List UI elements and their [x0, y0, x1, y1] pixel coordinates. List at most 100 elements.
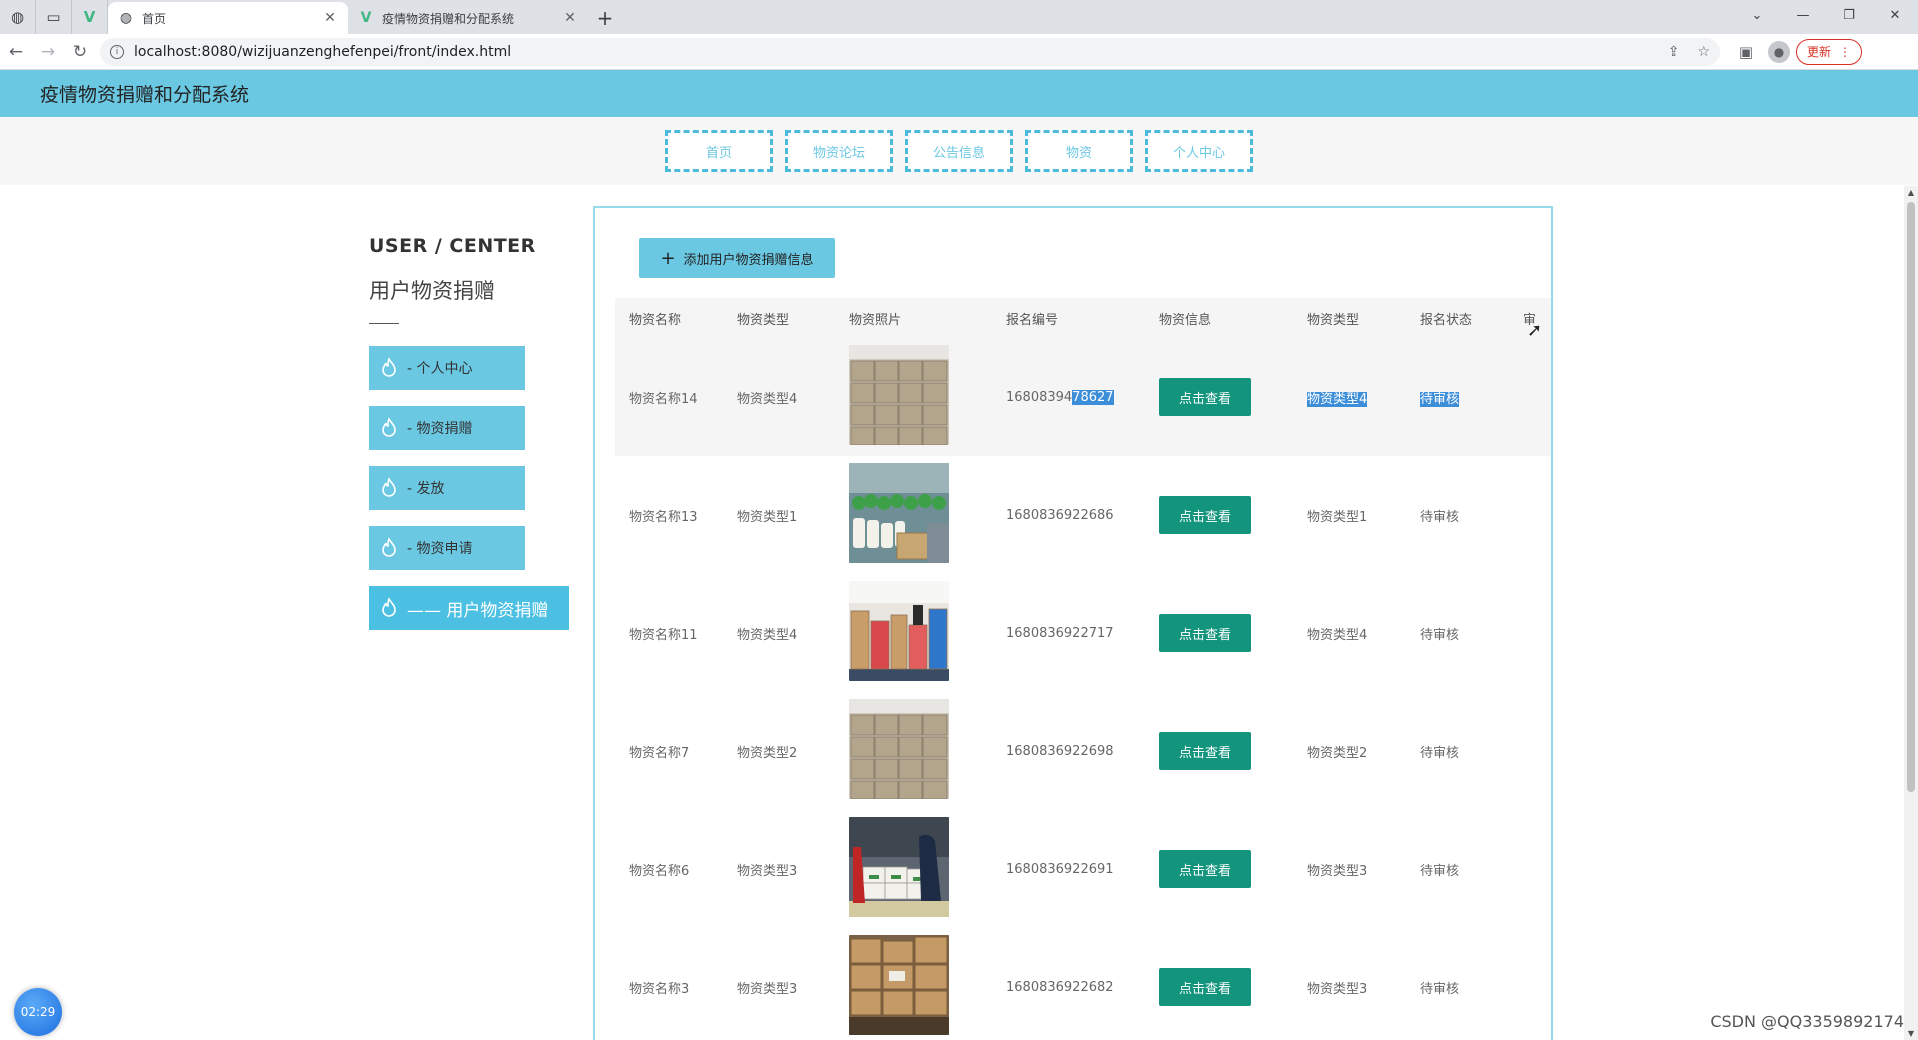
- supply-photo: [849, 463, 949, 563]
- cell-status: 待审核: [1420, 863, 1460, 879]
- nav-forum[interactable]: 物资论坛: [785, 130, 893, 172]
- update-button[interactable]: 更新 ⋮: [1796, 38, 1863, 65]
- pinned-tab-globe-icon[interactable]: ◍: [0, 0, 36, 34]
- divider: [369, 323, 399, 324]
- cell-type2: 物资类型4: [1307, 627, 1368, 643]
- cell-type: 物资类型1: [737, 509, 798, 525]
- supply-photo: [849, 581, 949, 681]
- code-part-selected: 78627: [1072, 389, 1114, 405]
- cell-status: 待审核: [1420, 627, 1460, 643]
- close-tab-icon[interactable]: ✕: [562, 10, 578, 26]
- cell-type2: 物资类型3: [1307, 981, 1368, 997]
- profile-avatar-icon[interactable]: ●: [1768, 40, 1790, 63]
- url-field[interactable]: i localhost:8080/wizijuanzenghefenpei/fr…: [100, 37, 1720, 66]
- sidebar-item-label: —— 用户物资捐赠: [407, 600, 549, 621]
- cell-code: 1680836922691: [1006, 861, 1114, 877]
- flame-icon: [382, 537, 396, 557]
- sidebar-item-user-donations[interactable]: —— 用户物资捐赠: [369, 586, 569, 630]
- sidebar-item-distribution[interactable]: - 发放: [369, 466, 525, 510]
- nav-home[interactable]: 首页: [665, 130, 773, 172]
- site-header: 疫情物资捐赠和分配系统: [0, 70, 1918, 117]
- tab-title: 疫情物资捐赠和分配系统: [382, 11, 515, 26]
- nav-user-center[interactable]: 个人中心: [1145, 130, 1253, 172]
- close-tab-icon[interactable]: ✕: [322, 10, 338, 26]
- sidebar-item-supply-request[interactable]: - 物资申请: [369, 526, 525, 570]
- view-details-button[interactable]: 点击查看: [1159, 378, 1251, 416]
- cell-name: 物资名称14: [629, 391, 698, 407]
- col-header: 物资信息: [1159, 312, 1212, 328]
- cell-type: 物资类型4: [737, 391, 798, 407]
- table-header: 物资名称 物资类型 物资照片 报名编号 物资信息 物资类型 报名状态 审: [615, 298, 1551, 338]
- sidebar-item-donations[interactable]: - 物资捐赠: [369, 406, 525, 450]
- cell-type2: 物资类型2: [1307, 745, 1368, 761]
- nav-notices[interactable]: 公告信息: [905, 130, 1013, 172]
- cell-name: 物资名称13: [629, 509, 698, 525]
- browser-tab-system[interactable]: V 疫情物资捐赠和分配系统 ✕: [348, 2, 588, 34]
- view-details-button[interactable]: 点击查看: [1159, 614, 1251, 652]
- sidebar-item-personal-center[interactable]: - 个人中心: [369, 346, 525, 390]
- mouse-cursor-icon: ➚: [1527, 320, 1543, 341]
- side-panel-icon[interactable]: ▣: [1730, 43, 1762, 61]
- share-icon[interactable]: ⇪: [1668, 44, 1680, 60]
- globe-icon: ◍: [119, 10, 133, 26]
- flame-icon: [382, 417, 396, 437]
- pinned-tab-vue-icon[interactable]: V: [72, 0, 108, 34]
- table-row[interactable]: 物资名称14 物资类型4 1680839478627 点击查看 物资类型4 待审…: [615, 338, 1551, 456]
- minimize-icon[interactable]: —: [1780, 0, 1826, 30]
- cell-name: 物资名称7: [629, 745, 690, 761]
- cell-name: 物资名称6: [629, 863, 690, 879]
- browser-tab-home[interactable]: ◍ 首页 ✕: [108, 2, 348, 34]
- col-header: 报名状态: [1420, 312, 1473, 328]
- pinned-tab-blank-icon[interactable]: ▭: [36, 0, 72, 34]
- tab-search-icon[interactable]: ⌄: [1734, 0, 1780, 30]
- table-row[interactable]: 物资名称3 物资类型3 1680836922682 点击查看 物资类型3 待审核: [615, 928, 1551, 1040]
- table-row[interactable]: 物资名称6 物资类型3 1680836922691 点击查看 物资类型3 待审核: [615, 810, 1551, 928]
- col-header: 物资类型: [737, 312, 790, 328]
- site-info-icon[interactable]: i: [110, 44, 124, 59]
- add-donation-button[interactable]: + 添加用户物资捐赠信息: [639, 238, 835, 278]
- close-window-icon[interactable]: ✕: [1872, 0, 1918, 30]
- cell-code: 1680836922698: [1006, 743, 1114, 759]
- bookmark-star-icon[interactable]: ☆: [1697, 44, 1710, 60]
- nav-supplies[interactable]: 物资: [1025, 130, 1133, 172]
- scroll-up-icon[interactable]: ▲: [1904, 188, 1918, 197]
- supply-photo: [849, 817, 949, 917]
- user-center-sidebar: USER / CENTER 用户物资捐赠 - 个人中心 - 物资捐赠 - 发放 …: [369, 235, 569, 630]
- sidebar-item-label: - 物资捐赠: [407, 421, 473, 437]
- scrollbar-thumb[interactable]: [1907, 202, 1915, 792]
- cell-name: 物资名称11: [629, 627, 698, 643]
- cell-type2: 物资类型3: [1307, 863, 1368, 879]
- reload-icon[interactable]: ↻: [64, 36, 96, 68]
- forward-icon[interactable]: →: [32, 36, 64, 68]
- flame-icon: [382, 477, 396, 497]
- scroll-down-icon[interactable]: ▼: [1904, 1029, 1918, 1038]
- sidebar-heading: USER / CENTER: [369, 235, 536, 257]
- cell-code: 1680836922682: [1006, 979, 1114, 995]
- view-details-button[interactable]: 点击查看: [1159, 968, 1251, 1006]
- add-button-label: 添加用户物资捐赠信息: [683, 252, 814, 268]
- cell-status: 待审核: [1420, 509, 1460, 525]
- cell-code: 1680836922686: [1006, 507, 1114, 523]
- watermark: CSDN @QQ3359892174: [1710, 1012, 1904, 1031]
- table-row[interactable]: 物资名称11 物资类型4 1680836922717 点击查看 物资类型4 待审…: [615, 574, 1551, 692]
- back-icon[interactable]: ←: [0, 36, 32, 68]
- view-details-button[interactable]: 点击查看: [1159, 732, 1251, 770]
- page-scrollbar[interactable]: ▲ ▼: [1904, 186, 1918, 1040]
- vue-icon: V: [360, 10, 372, 26]
- tab-title: 首页: [142, 11, 167, 26]
- code-part: 16808394: [1006, 389, 1073, 405]
- table-row[interactable]: 物资名称13 物资类型1 1680836922686 点击查看 物资类型1 待审…: [615, 456, 1551, 574]
- view-details-button[interactable]: 点击查看: [1159, 496, 1251, 534]
- col-header: 物资照片: [849, 312, 902, 328]
- supply-photo: [849, 345, 949, 446]
- cell-status: 待审核: [1420, 981, 1460, 997]
- col-header: 物资名称: [629, 312, 682, 328]
- view-details-button[interactable]: 点击查看: [1159, 850, 1251, 888]
- cell-type: 物资类型3: [737, 863, 798, 879]
- recording-timer: 02:29: [14, 988, 62, 1036]
- restore-icon[interactable]: ❐: [1826, 0, 1872, 30]
- url-text: localhost:8080/wizijuanzenghefenpei/fron…: [134, 43, 512, 60]
- table-row[interactable]: 物资名称7 物资类型2 1680836922698 点击查看 物资类型2 待审核: [615, 692, 1551, 810]
- cell-code: 1680839478627: [1006, 389, 1159, 405]
- new-tab-icon[interactable]: +: [588, 2, 622, 34]
